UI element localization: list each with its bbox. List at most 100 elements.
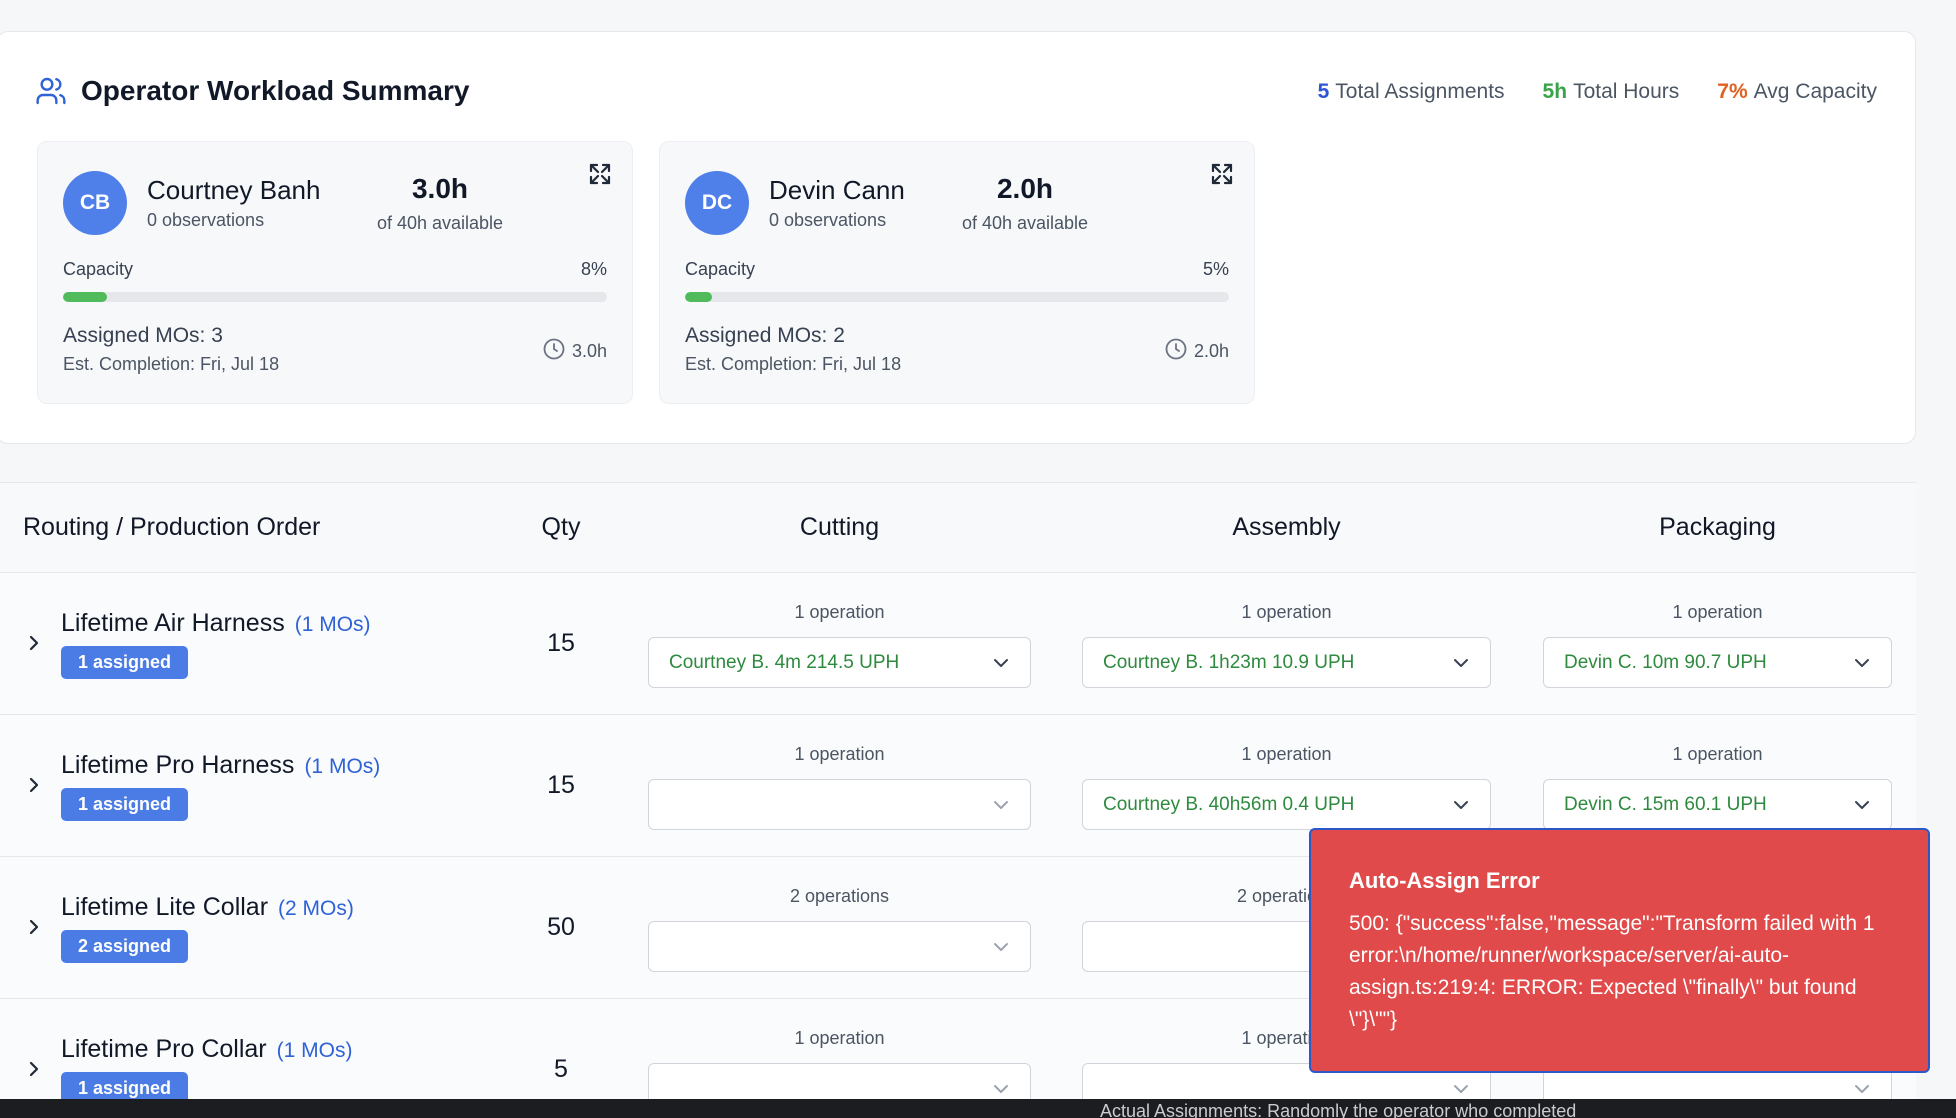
select-value: Devin C. 10m 90.7 UPH xyxy=(1564,651,1767,673)
header-assembly: Assembly xyxy=(1232,513,1341,541)
operator-card[interactable]: CB Courtney Banh 0 observations 3.0h of … xyxy=(37,141,633,404)
product-title: Lifetime Air Harness xyxy=(61,609,285,637)
stat-avg-capacity: 7% Avg Capacity xyxy=(1717,80,1877,104)
operation-count: 1 operation xyxy=(794,602,885,622)
operator-name: Courtney Banh xyxy=(147,175,321,205)
time-value: 3.0h xyxy=(571,341,607,361)
operation-count: 1 operation xyxy=(1672,744,1763,764)
table-header: Routing / Production Order Qty Cutting A… xyxy=(0,483,1916,573)
chevron-right-icon[interactable] xyxy=(26,1061,42,1077)
avatar: CB xyxy=(63,171,127,235)
avatar: DC xyxy=(685,171,749,235)
bottom-bar-text: Actual Assignments: Randomly the operato… xyxy=(1100,1101,1577,1118)
table-row[interactable]: Lifetime Air Harness (1 MOs) 1 assigned 1… xyxy=(0,573,1916,715)
product-title: Lifetime Lite Collar xyxy=(61,893,269,921)
operator-name: Devin Cann xyxy=(769,175,905,205)
qty-value: 50 xyxy=(547,913,575,941)
production-order-name: Lifetime Pro Harness (1 MOs) xyxy=(61,751,380,780)
clock-icon xyxy=(1164,337,1188,366)
mos-link[interactable]: (1 MOs) xyxy=(277,1039,353,1062)
chevron-down-icon xyxy=(1452,1080,1470,1098)
operator-available: of 40h available xyxy=(961,213,1089,233)
chevron-down-icon xyxy=(1853,796,1871,814)
stat-hours-value: 5h xyxy=(1542,80,1568,103)
time-estimate: 3.0h xyxy=(542,337,607,366)
capacity-bar xyxy=(685,292,1229,302)
capacity-bar-fill xyxy=(63,292,107,302)
stat-capacity-label: Avg Capacity xyxy=(1753,80,1877,103)
assembly-operator-select[interactable]: Courtney B. 40h56m 0.4 UPH xyxy=(1082,779,1491,830)
chevron-down-icon xyxy=(992,796,1010,814)
chevron-down-icon xyxy=(1853,1080,1871,1098)
stat-capacity-value: 7% xyxy=(1717,80,1748,103)
qty-value: 15 xyxy=(547,629,575,657)
select-value: Courtney B. 40h56m 0.4 UPH xyxy=(1103,793,1355,815)
operator-hours: 2.0h xyxy=(996,173,1054,204)
toast-message: 500: {"success":false,"message":"Transfo… xyxy=(1349,912,1875,1031)
chevron-down-icon xyxy=(992,1080,1010,1098)
header-qty: Qty xyxy=(541,513,581,541)
qty-value: 15 xyxy=(547,771,575,799)
mos-link[interactable]: (1 MOs) xyxy=(304,755,380,778)
stat-hours-label: Total Hours xyxy=(1573,80,1680,103)
expand-icon[interactable] xyxy=(1210,162,1234,186)
chevron-down-icon xyxy=(1452,796,1470,814)
mos-link[interactable]: (1 MOs) xyxy=(295,613,371,636)
summary-title: Operator Workload Summary xyxy=(81,75,470,106)
clock-icon xyxy=(542,337,566,366)
assigned-badge: 1 assigned xyxy=(61,788,189,821)
users-icon xyxy=(35,75,67,107)
chevron-down-icon xyxy=(1452,654,1470,672)
chevron-down-icon xyxy=(1853,654,1871,672)
cutting-operator-select[interactable]: Courtney B. 4m 214.5 UPH xyxy=(648,637,1031,688)
operator-available: of 40h available xyxy=(376,213,504,233)
operator-observations: 0 observations xyxy=(147,210,265,230)
assembly-operator-select[interactable]: Courtney B. 1h23m 10.9 UPH xyxy=(1082,637,1491,688)
production-order-name: Lifetime Pro Collar (1 MOs) xyxy=(61,1035,352,1064)
mos-link[interactable]: (2 MOs) xyxy=(278,897,354,920)
product-title: Lifetime Pro Collar xyxy=(61,1035,267,1063)
chevron-right-icon[interactable] xyxy=(26,635,42,651)
cutting-operator-select[interactable] xyxy=(648,779,1031,830)
capacity-bar xyxy=(63,292,607,302)
bottom-bar: Actual Assignments: Randomly the operato… xyxy=(0,1099,1956,1118)
operation-count: 1 operation xyxy=(1672,602,1763,622)
header-cutting: Cutting xyxy=(799,513,880,541)
est-completion: Est. Completion: Fri, Jul 18 xyxy=(685,354,902,374)
packaging-operator-select[interactable]: Devin C. 15m 60.1 UPH xyxy=(1543,779,1892,830)
assigned-mos: Assigned MOs: 2 xyxy=(685,324,845,347)
operator-card[interactable]: DC Devin Cann 0 observations 2.0h of 40h… xyxy=(659,141,1255,404)
stat-assignments-label: Total Assignments xyxy=(1335,80,1505,103)
production-order-name: Lifetime Air Harness (1 MOs) xyxy=(61,609,371,638)
chevron-down-icon xyxy=(992,938,1010,956)
time-estimate: 2.0h xyxy=(1164,337,1229,366)
operation-count: 1 operation xyxy=(794,744,885,764)
assigned-badge: 2 assigned xyxy=(61,930,189,963)
production-order-name: Lifetime Lite Collar (2 MOs) xyxy=(61,893,354,922)
chevron-right-icon[interactable] xyxy=(26,777,42,793)
select-value: Courtney B. 4m 214.5 UPH xyxy=(669,651,900,673)
cutting-operator-select[interactable] xyxy=(648,921,1031,972)
stat-total-hours: 5h Total Hours xyxy=(1543,80,1680,104)
product-title: Lifetime Pro Harness xyxy=(61,751,295,779)
summary-header: Operator Workload Summary xyxy=(35,75,469,107)
packaging-operator-select[interactable]: Devin C. 10m 90.7 UPH xyxy=(1543,637,1892,688)
header-packaging: Packaging xyxy=(1659,513,1776,541)
summary-stats: 5 Total Assignments 5h Total Hours 7% Avg C… xyxy=(1318,80,1877,104)
operator-observations: 0 observations xyxy=(769,210,887,230)
capacity-percent: 5% xyxy=(1202,259,1229,279)
operation-count: 1 operation xyxy=(1241,602,1332,622)
capacity-bar-fill xyxy=(685,292,713,302)
toast-title: Auto-Assign Error xyxy=(1349,868,1540,893)
header-routing: Routing / Production Order xyxy=(23,513,321,541)
operator-hours: 3.0h xyxy=(411,173,469,204)
error-toast[interactable]: Auto-Assign Error 500: {"success":false,… xyxy=(1309,828,1930,1073)
operation-count: 1 operation xyxy=(794,1028,885,1048)
assigned-badge: 1 assigned xyxy=(61,646,189,679)
capacity-label: Capacity xyxy=(63,259,134,279)
time-value: 2.0h xyxy=(1193,341,1229,361)
chevron-right-icon[interactable] xyxy=(26,919,42,935)
expand-icon[interactable] xyxy=(588,162,612,186)
assigned-mos: Assigned MOs: 3 xyxy=(63,324,223,347)
operation-count: 1 operation xyxy=(1241,744,1332,764)
